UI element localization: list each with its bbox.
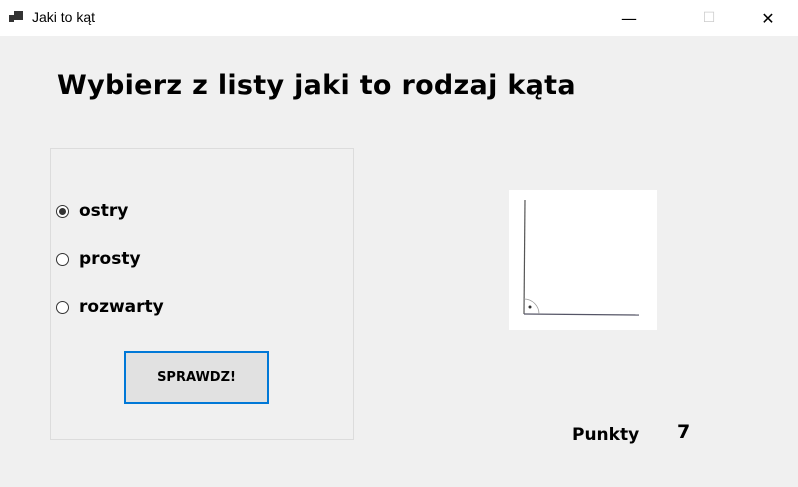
score-label: Punkty: [572, 425, 640, 445]
radio-ostry[interactable]: ostry: [56, 201, 128, 221]
page-heading: Wybierz z listy jaki to rodzaj kąta: [57, 70, 576, 101]
radio-label: prosty: [79, 249, 141, 269]
app-icon: [9, 11, 23, 23]
title-bar: Jaki to kąt — ☐ ✕: [0, 0, 798, 36]
radio-circle[interactable]: [56, 204, 69, 218]
score-value: 7: [677, 421, 691, 443]
right-angle-icon: [523, 199, 640, 316]
radio-label: ostry: [79, 201, 129, 221]
radio-circle[interactable]: [56, 252, 69, 266]
radio-circle[interactable]: [56, 300, 69, 314]
check-button[interactable]: SPRAWDZ!: [124, 351, 269, 404]
maximize-button[interactable]: ☐: [686, 0, 732, 36]
window-title: Jaki to kąt: [32, 9, 96, 25]
angle-image: [509, 190, 657, 330]
radio-rozwarty[interactable]: rozwarty: [56, 297, 164, 317]
close-button[interactable]: ✕: [745, 0, 791, 36]
minimize-button[interactable]: —: [606, 0, 652, 36]
radio-prosty[interactable]: prosty: [56, 249, 141, 269]
radio-label: rozwarty: [79, 297, 164, 317]
